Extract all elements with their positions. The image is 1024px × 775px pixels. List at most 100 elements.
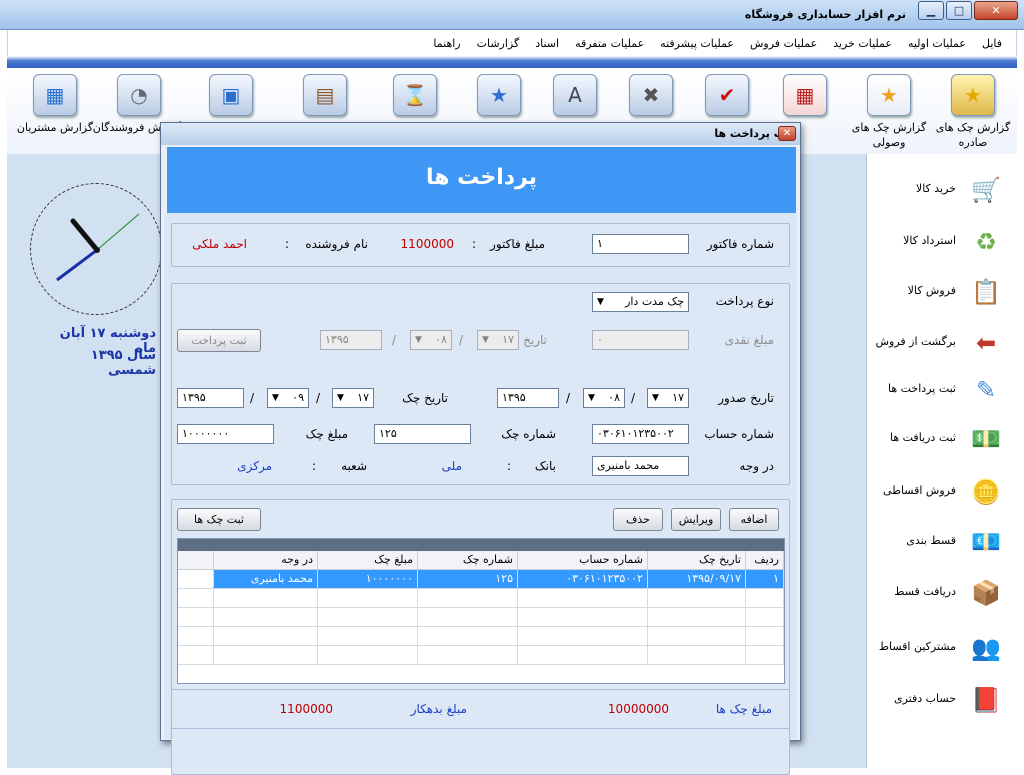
- payments-dialog: ثبت پرداخت ها ✕ پرداخت ها شماره فاکتور ۱…: [160, 122, 801, 775]
- check-month-select[interactable]: ۰۹ ▼: [267, 388, 309, 408]
- check-no-field[interactable]: ۱۲۵: [374, 424, 471, 444]
- cash-day-select[interactable]: ۱۷ ▼: [477, 330, 519, 350]
- check-year-field[interactable]: ۱۳۹۵: [177, 388, 244, 408]
- totals-panel: مبلغ چک ها 10000000 مبلغ بدهکار 1100000: [171, 689, 790, 729]
- table-row[interactable]: ۱ ۱۳۹۵/۰۹/۱۷ ۰۳۰۶۱۰۱۲۳۵۰۰۲ ۱۲۵ ۱۰۰۰۰۰۰۰ …: [178, 570, 784, 589]
- cash-amount-field[interactable]: ۰: [592, 330, 689, 350]
- date-separator: /: [250, 391, 255, 405]
- issue-month-value: ۰۸: [608, 391, 620, 404]
- cash-year-field[interactable]: ۱۳۹۵: [320, 330, 382, 350]
- sidebar-item-record-payments[interactable]: ✎ ثبت پرداخت ها: [866, 364, 1018, 416]
- sidebar-item-record-receipts[interactable]: 💵 ثبت دریافت ها: [866, 413, 1018, 465]
- payee-field[interactable]: محمد بامنیری: [592, 456, 689, 476]
- maximize-button[interactable]: □: [946, 1, 972, 20]
- menu-file[interactable]: فایل: [974, 37, 1010, 50]
- menu-reports[interactable]: گزارشات: [469, 37, 528, 50]
- register-payment-button[interactable]: ثبت پرداخت: [177, 329, 261, 352]
- cash-month-select[interactable]: ۰۸ ▼: [410, 330, 452, 350]
- check-day-select[interactable]: ۱۷ ▼: [332, 388, 374, 408]
- toolbar-label: گزارش چک های وصولی: [851, 121, 927, 149]
- issue-day-value: ۱۷: [672, 391, 684, 404]
- branch-value: مرکزی: [237, 459, 272, 473]
- sidebar-item-ledger-account[interactable]: 📕 حساب دفتری: [866, 674, 1018, 726]
- col-header-check-amount[interactable]: مبلغ چک: [318, 551, 418, 570]
- toolbar-label: گزارش چک های صادره: [935, 121, 1011, 149]
- cash-date-label: تاریخ: [523, 333, 547, 347]
- menu-misc-operations[interactable]: عملیات متفرقه: [567, 37, 652, 50]
- check-month-value: ۰۹: [292, 391, 304, 404]
- image-folder-icon: ▤: [303, 74, 347, 116]
- chevron-down-icon: ▼: [652, 393, 659, 403]
- col-header-check-date[interactable]: تاریخ چک: [648, 551, 746, 570]
- menu-help[interactable]: راهنما: [425, 37, 468, 50]
- table-row-empty: [178, 589, 784, 608]
- add-button[interactable]: اضافه: [729, 508, 779, 531]
- sidebar-item-receive-installment[interactable]: 📦 دریافت قسط: [866, 567, 1018, 619]
- table-row-empty: [178, 627, 784, 646]
- issue-month-select[interactable]: ۰۸ ▼: [583, 388, 625, 408]
- table-cell: ۰۳۰۶۱۰۱۲۳۵۰۰۲: [518, 570, 648, 589]
- sidebar-item-purchase[interactable]: 🛒 خرید کالا: [866, 164, 1018, 216]
- sidebar-item-label: مشترکین اقساط: [878, 640, 956, 653]
- check-amount-label: مبلغ چک: [305, 427, 348, 441]
- checks-table[interactable]: ردیف تاریخ چک شماره حساب شماره چک مبلغ چ…: [177, 538, 785, 684]
- register-checks-button[interactable]: ثبت چک ها: [177, 508, 261, 531]
- date-separator: /: [316, 391, 321, 405]
- col-header-check-no[interactable]: شماره چک: [418, 551, 518, 570]
- sidebar-item-sales-return[interactable]: ⬅ برگشت از فروش: [866, 317, 1018, 369]
- sidebar-item-label: ثبت دریافت ها: [889, 431, 956, 444]
- vendors-folder-icon: ◔: [117, 74, 161, 116]
- issue-year-field[interactable]: ۱۳۹۵: [497, 388, 559, 408]
- toolbar-received-checks-report[interactable]: ★ گزارش چک های وصولی: [847, 68, 931, 154]
- menu-advanced-operations[interactable]: عملیات پیشرفته: [652, 37, 742, 50]
- check-amount-field[interactable]: ۱۰۰۰۰۰۰۰: [177, 424, 274, 444]
- sidebar-item-label: فروش کالا: [907, 284, 956, 297]
- seller-label: نام فروشنده: [305, 237, 368, 251]
- sidebar-item-sell[interactable]: 📋 فروش کالا: [866, 266, 1018, 318]
- issue-day-select[interactable]: ۱۷ ▼: [647, 388, 689, 408]
- sidebar: 🛒 خرید کالا ♻ استرداد کالا 📋 فروش کالا ⬅…: [866, 154, 1018, 768]
- check-no-label: شماره چک: [501, 427, 556, 441]
- window-folder-icon: ▣: [209, 74, 253, 116]
- calendar-icon: ▦: [783, 74, 827, 116]
- menu-documents[interactable]: اسناد: [527, 37, 567, 50]
- delete-button[interactable]: حذف: [613, 508, 663, 531]
- dialog-header: پرداخت ها: [167, 147, 796, 213]
- cash-amount-label: مبلغ نقدی: [724, 333, 774, 347]
- sidebar-item-installment-subscribers[interactable]: 👥 مشترکین اقساط: [866, 622, 1018, 674]
- sidebar-item-installment-sale[interactable]: 🪙 فروش اقساطی: [866, 466, 1018, 518]
- invoice-amount-label: مبلغ فاکتور: [490, 237, 545, 251]
- sidebar-item-installments[interactable]: 💶 قسط بندی: [866, 516, 1018, 568]
- chevron-down-icon: ▼: [482, 335, 489, 345]
- edit-button[interactable]: ویرایش: [671, 508, 721, 531]
- col-header-row-no[interactable]: ردیف: [746, 551, 784, 570]
- menu-sales-operations[interactable]: عملیات فروش: [742, 37, 825, 50]
- sidebar-item-label: استرداد کالا: [903, 234, 956, 247]
- close-button[interactable]: ✕: [974, 1, 1018, 20]
- colon: :: [471, 237, 476, 251]
- star-icon: ★: [867, 74, 911, 116]
- dialog-close-button[interactable]: ✕: [778, 126, 796, 141]
- toolbar-customers-report[interactable]: ▦ گزارش مشتریان: [13, 68, 97, 154]
- menu-strip: [7, 56, 1017, 68]
- payment-type-value: چک مدت دار: [625, 295, 684, 308]
- col-header-payee[interactable]: در وجه: [214, 551, 318, 570]
- invoice-no-field[interactable]: ۱: [592, 234, 689, 254]
- bank-label: بانک: [534, 459, 556, 473]
- menu-basic-operations[interactable]: عملیات اولیه: [900, 37, 974, 50]
- chevron-down-icon: ▼: [337, 393, 344, 403]
- sidebar-item-label: حساب دفتری: [894, 692, 956, 705]
- col-header-account-no[interactable]: شماره حساب: [518, 551, 648, 570]
- sidebar-item-return-goods[interactable]: ♻ استرداد کالا: [866, 216, 1018, 268]
- notepad-icon: 📋: [971, 278, 1001, 306]
- money-stack-icon: 💵: [971, 425, 1001, 453]
- payment-type-select[interactable]: چک مدت دار ▼: [592, 292, 689, 312]
- menu-purchase-operations[interactable]: عملیات خرید: [825, 37, 900, 50]
- date-separator: /: [566, 391, 571, 405]
- toolbar-issued-checks-report[interactable]: ★ گزارش چک های صادره: [931, 68, 1015, 154]
- table-row-empty: [178, 646, 784, 665]
- account-no-field[interactable]: ۰۳۰۶۱۰۱۲۳۵۰۰۲: [592, 424, 689, 444]
- minimize-button[interactable]: ▁: [918, 1, 944, 20]
- chevron-down-icon: ▼: [588, 393, 595, 403]
- recycle-box-icon: ♻: [975, 228, 997, 256]
